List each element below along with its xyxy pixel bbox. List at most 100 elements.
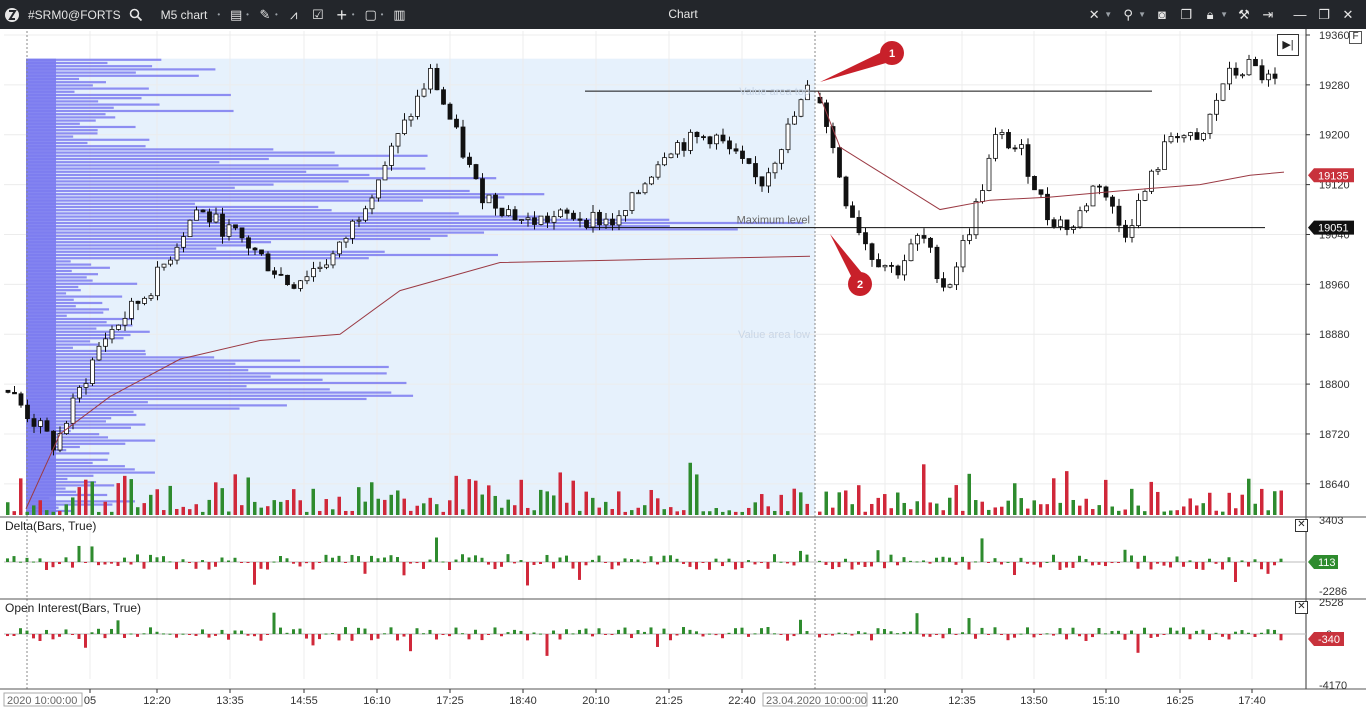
oi-bar <box>168 633 172 635</box>
delta-bar <box>721 562 724 567</box>
close-delta-panel-icon[interactable]: ✕ <box>1295 519 1308 532</box>
candle-body <box>798 99 804 117</box>
delta-bar <box>240 562 243 563</box>
indicator-icon[interactable]: ⩘ <box>282 0 306 29</box>
volume-bar <box>1032 500 1036 515</box>
lock-icon[interactable]: 🔒︎ ▼ <box>1198 0 1232 29</box>
delta-bar <box>38 558 42 562</box>
profile-bar <box>26 183 274 186</box>
oi-bar <box>58 634 61 637</box>
oi-bar <box>766 627 770 634</box>
template-icon[interactable]: ▤ • <box>224 0 253 29</box>
profile-bar <box>26 199 423 202</box>
delta-bar <box>708 562 711 570</box>
pencil-icon[interactable]: ✎ • <box>253 0 282 29</box>
candle-body <box>291 284 297 289</box>
layout-icon[interactable]: ▥ <box>387 0 411 29</box>
symbol-label[interactable]: #SRM0@FORTS <box>24 0 125 29</box>
delta-bar <box>279 556 282 562</box>
oi-bar <box>84 634 87 648</box>
delta-bar <box>1266 562 1270 574</box>
time-tick-label: 21:25 <box>655 695 683 707</box>
candle-body <box>525 217 531 220</box>
camera-icon[interactable]: ◙ <box>1150 0 1174 29</box>
volume-bar <box>64 504 68 515</box>
oi-bar <box>571 633 575 635</box>
delta-bar <box>987 562 990 563</box>
oi-badge-label: -340 <box>1318 634 1340 646</box>
delta-bar <box>701 562 705 563</box>
volume-bar <box>1084 498 1088 515</box>
profile-bar <box>26 151 335 154</box>
delta-bar <box>90 546 94 562</box>
volume-bar <box>1175 510 1179 515</box>
delta-bar <box>1156 562 1159 564</box>
edit-icon[interactable]: ☑ <box>306 0 330 29</box>
volume-bar <box>136 507 140 515</box>
oi-bar <box>285 632 289 634</box>
oi-bar <box>786 634 789 641</box>
profile-bar <box>26 177 497 180</box>
volume-bar <box>805 503 809 515</box>
volume-bar <box>519 479 523 515</box>
value-area-low-label: Value area low <box>738 329 810 341</box>
close-oi-panel-icon[interactable]: ✕ <box>1295 601 1308 614</box>
volume-bar <box>1123 509 1127 515</box>
restore-icon[interactable]: ❐ <box>1312 0 1336 29</box>
chart-area[interactable]: Value area top Maximum level Value area lo… <box>0 29 1366 707</box>
oi-bar <box>1260 632 1263 634</box>
delta-bar <box>409 562 412 564</box>
candle-body <box>759 176 765 187</box>
volume-bar <box>630 510 634 515</box>
close-icon[interactable]: ✕ <box>1336 0 1360 29</box>
candle-body <box>493 194 498 209</box>
oi-bar <box>1091 634 1094 638</box>
delta-bar <box>623 558 627 562</box>
copy-icon[interactable]: ❐ <box>1174 0 1198 29</box>
candle-body <box>402 119 407 134</box>
delta-bar <box>123 557 126 562</box>
pin-icon[interactable]: ⇥ <box>1256 0 1280 29</box>
scroll-to-end-icon[interactable]: ▶| <box>1277 34 1299 56</box>
delta-bar <box>643 562 646 564</box>
tools-icon[interactable]: ⚒ <box>1232 0 1256 29</box>
oi-bar <box>51 634 55 640</box>
volume-bar <box>941 510 945 515</box>
oi-bar <box>1104 633 1107 635</box>
volume-bar <box>1071 499 1075 515</box>
volume-bar <box>792 488 796 515</box>
candle-body <box>532 217 537 225</box>
plus-icon[interactable]: + • <box>330 0 359 29</box>
logo-icon[interactable] <box>0 0 24 29</box>
chart-name[interactable]: M5 chart <box>157 0 212 29</box>
fit-icon[interactable]: F <box>1349 31 1362 44</box>
volume-bar <box>25 511 29 515</box>
time-tick-label: 16:25 <box>1166 695 1194 707</box>
oi-bar <box>1032 634 1036 638</box>
oi-bar <box>324 633 328 635</box>
cross-icon[interactable]: ✕ ▼ <box>1082 0 1116 29</box>
chart-name-dropdown-icon[interactable]: • <box>211 0 224 29</box>
search-icon[interactable] <box>125 0 147 29</box>
volume-bar <box>188 509 192 515</box>
oi-bar <box>708 633 711 635</box>
candle-body <box>999 132 1005 135</box>
volume-bar <box>51 511 55 515</box>
value-area-box <box>26 58 815 515</box>
candle-body <box>1266 73 1271 81</box>
delta-bar <box>1195 562 1198 569</box>
oi-bar <box>376 634 380 639</box>
oi-bar <box>1045 633 1049 635</box>
volume-bar <box>474 480 478 515</box>
oi-bar <box>850 634 854 636</box>
candle-body <box>727 140 732 150</box>
volume-bar <box>682 510 686 515</box>
delta-bar <box>773 554 776 562</box>
link-icon[interactable]: ⚲ ▼ <box>1116 0 1150 29</box>
window-icon[interactable]: ▢ • <box>359 0 388 29</box>
delta-bar <box>116 562 120 566</box>
minimize-icon[interactable]: — <box>1288 0 1312 29</box>
chart-canvas[interactable]: Value area top Maximum level Value area lo… <box>0 29 1366 707</box>
candle-body <box>389 145 394 166</box>
delta-bar <box>682 562 685 564</box>
